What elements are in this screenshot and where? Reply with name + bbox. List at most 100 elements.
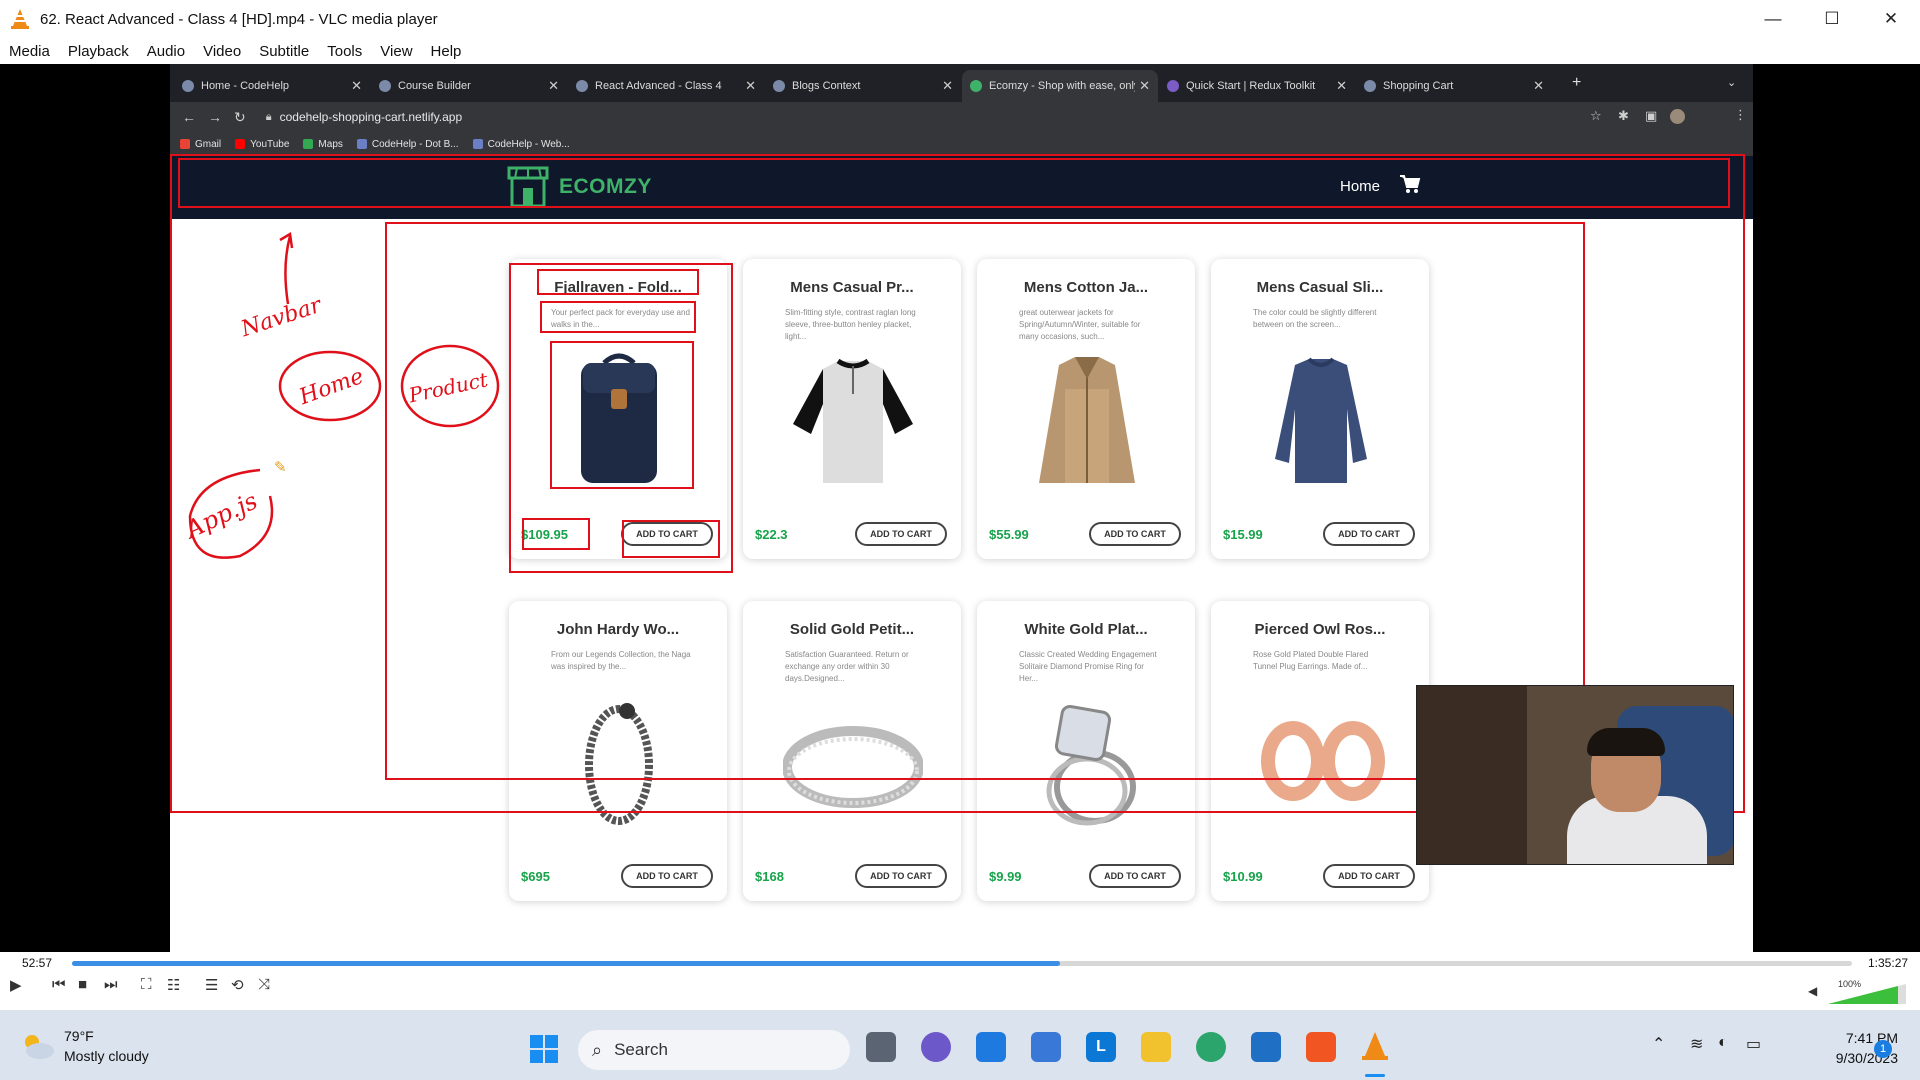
address-bar: ← → ↻ 🔒︎ codehelp-shopping-cart.netlify.… xyxy=(170,102,1753,132)
lock-icon[interactable]: 🔒︎ xyxy=(266,111,272,124)
loop-icon[interactable]: ⟲ xyxy=(231,976,244,994)
product-price: $9.99 xyxy=(989,869,1022,884)
wifi-icon[interactable]: ≋ xyxy=(1690,1034,1703,1054)
mail-icon[interactable] xyxy=(976,1032,1006,1062)
codehelp-icon xyxy=(472,139,483,149)
next-icon[interactable]: ⏭ xyxy=(104,976,118,993)
extensions-icon[interactable]: ✱ xyxy=(1618,108,1629,124)
tab-list-icon[interactable]: ⌄ xyxy=(1727,76,1736,89)
browser-tab[interactable]: Blogs Context ✕ xyxy=(765,70,961,102)
previous-icon[interactable]: ⏮ xyxy=(52,976,66,993)
product-price: $10.99 xyxy=(1223,869,1263,884)
vlc-cone-icon xyxy=(11,9,29,29)
menu-subtitle[interactable]: Subtitle xyxy=(259,43,309,60)
fullscreen-icon[interactable]: ⛶ xyxy=(141,976,152,993)
task-view-icon[interactable] xyxy=(866,1032,896,1062)
browser-tab[interactable]: Quick Start | Redux Toolkit ✕ xyxy=(1159,70,1355,102)
teams-icon[interactable] xyxy=(921,1032,951,1062)
tab-close-icon[interactable]: ✕ xyxy=(1533,78,1544,94)
navbar-outline xyxy=(178,158,1730,208)
notepad-icon[interactable] xyxy=(1031,1032,1061,1062)
elapsed-time: 52:57 xyxy=(22,956,53,970)
menu-tools[interactable]: Tools xyxy=(327,43,362,60)
close-button[interactable]: ✕ xyxy=(1862,0,1920,38)
add-to-cart-button[interactable]: ADD TO CART xyxy=(1323,864,1415,888)
start-icon[interactable] xyxy=(529,1034,559,1064)
bookmark-codehelp-dotb[interactable]: CodeHelp - Dot B... xyxy=(356,139,459,150)
tab-label: Quick Start | Redux Toolkit xyxy=(1186,80,1316,92)
stop-icon[interactable]: ■ xyxy=(78,976,87,993)
maps-icon xyxy=(303,139,314,149)
browser-tab[interactable]: Shopping Cart ✕ xyxy=(1356,70,1552,102)
notification-badge[interactable]: 1 xyxy=(1874,1040,1892,1058)
profile-avatar[interactable] xyxy=(1670,109,1685,124)
tab-label: Ecomzy - Shop with ease, only xyxy=(989,80,1136,92)
add-to-cart-button[interactable]: ADD TO CART xyxy=(1089,864,1181,888)
maximize-button[interactable]: ☐ xyxy=(1803,0,1861,38)
tab-close-icon[interactable]: ✕ xyxy=(942,78,953,94)
browser-tab-active[interactable]: Ecomzy - Shop with ease, only ✕ xyxy=(962,70,1158,102)
bookmark-star-icon[interactable]: ☆ xyxy=(1590,108,1602,124)
speaker-icon[interactable]: ◀ xyxy=(1808,984,1817,998)
l-app-icon[interactable]: L xyxy=(1086,1032,1116,1062)
menu-playback[interactable]: Playback xyxy=(68,43,129,60)
menu-video[interactable]: Video xyxy=(203,43,241,60)
desc-outline xyxy=(540,301,696,333)
minimize-button[interactable]: — xyxy=(1744,0,1802,38)
browser-tab[interactable]: React Advanced - Class 4 ✕ xyxy=(568,70,764,102)
gmail-icon xyxy=(180,139,190,149)
tray-chevron-icon[interactable]: ⌃ xyxy=(1652,1034,1665,1054)
menu-audio[interactable]: Audio xyxy=(147,43,185,60)
tab-close-icon[interactable]: ✕ xyxy=(351,78,362,94)
back-icon[interactable]: ← xyxy=(182,109,196,125)
reload-icon[interactable]: ↻ xyxy=(234,109,246,126)
volume-icon[interactable]: ◐ xyxy=(1718,1034,1728,1052)
annotation-home: Home xyxy=(295,364,367,411)
url-field[interactable]: codehelp-shopping-cart.netlify.app xyxy=(280,110,463,124)
bookmarks-bar: Gmail YouTube Maps CodeHelp - Dot B... C… xyxy=(170,132,1753,156)
shuffle-icon[interactable]: ⤨ xyxy=(258,976,270,993)
image-outline xyxy=(550,341,694,489)
chrome-menu-icon[interactable]: ⋮ xyxy=(1734,107,1747,123)
battery-icon[interactable]: ▭ xyxy=(1746,1034,1761,1054)
search-label: Search xyxy=(614,1040,668,1059)
seek-progress[interactable] xyxy=(72,961,1060,966)
product-price: $168 xyxy=(755,869,784,884)
tab-favicon-icon xyxy=(1167,80,1179,92)
volume-slider[interactable] xyxy=(1828,984,1906,1004)
menu-help[interactable]: Help xyxy=(431,43,462,60)
brave-icon[interactable] xyxy=(1306,1032,1336,1062)
total-time: 1:35:27 xyxy=(1868,956,1909,970)
vscode-icon[interactable] xyxy=(1251,1032,1281,1062)
taskbar-search[interactable]: ⌕ Search xyxy=(578,1030,850,1070)
tab-close-icon[interactable]: ✕ xyxy=(548,78,559,94)
forward-icon[interactable]: → xyxy=(208,109,222,125)
tab-close-icon[interactable]: ✕ xyxy=(1336,78,1347,94)
sidepanel-icon[interactable]: ▣ xyxy=(1645,108,1657,124)
bookmark-gmail[interactable]: Gmail xyxy=(180,139,221,150)
add-to-cart-button[interactable]: ADD TO CART xyxy=(855,864,947,888)
tab-close-icon[interactable]: ✕ xyxy=(745,78,756,94)
menu-media[interactable]: Media xyxy=(9,43,50,60)
new-tab-icon[interactable]: + xyxy=(1572,74,1581,92)
handwriting-annotations: Navbar Home Product App.js ✎ xyxy=(180,231,500,559)
play-icon[interactable]: ▶ xyxy=(10,976,22,994)
browser-tab[interactable]: Course Builder ✕ xyxy=(371,70,567,102)
extended-settings-icon[interactable]: ☷ xyxy=(167,976,180,994)
browser-tab[interactable]: Home - CodeHelp ✕ xyxy=(174,70,370,102)
price-outline xyxy=(522,518,590,550)
file-explorer-icon[interactable] xyxy=(1141,1032,1171,1062)
bookmark-maps[interactable]: Maps xyxy=(303,139,343,150)
tab-close-icon[interactable]: ✕ xyxy=(1139,78,1150,94)
playlist-icon[interactable]: ☰ xyxy=(205,976,218,994)
vlc-taskbar-icon[interactable] xyxy=(1360,1030,1390,1064)
bookmark-codehelp-web[interactable]: CodeHelp - Web... xyxy=(472,139,570,150)
weather-cloud-icon[interactable] xyxy=(20,1032,56,1060)
add-to-cart-button[interactable]: ADD TO CART xyxy=(621,864,713,888)
tab-label: Blogs Context xyxy=(792,80,861,92)
bookmark-youtube[interactable]: YouTube xyxy=(235,139,289,150)
product-price: $695 xyxy=(521,869,550,884)
edge-icon[interactable] xyxy=(1196,1032,1226,1062)
webcam-overlay xyxy=(1416,685,1734,865)
menu-view[interactable]: View xyxy=(380,43,412,60)
